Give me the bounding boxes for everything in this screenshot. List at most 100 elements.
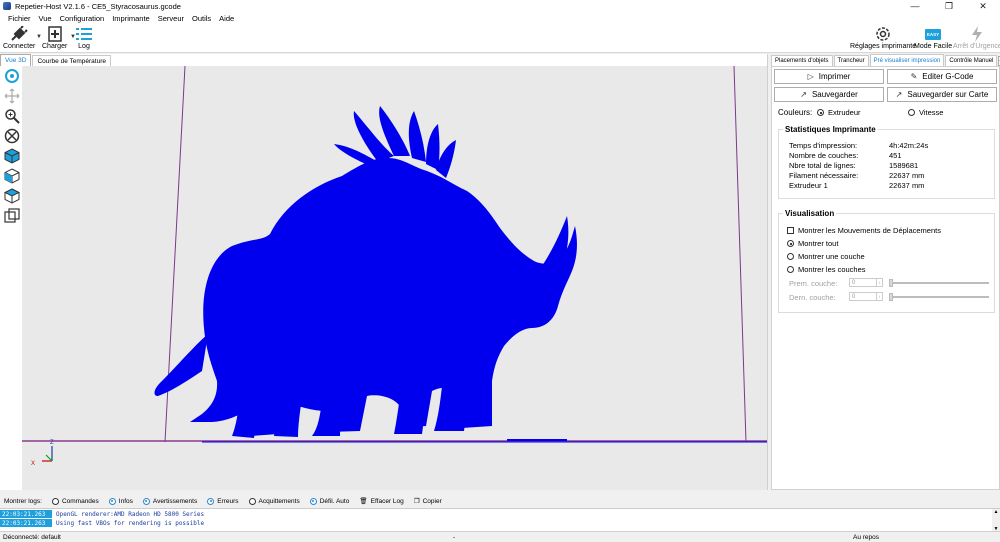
menu-fichier[interactable]: Fichier (4, 14, 35, 23)
printer-stats-group: Statistiques Imprimante Temps d'impressi… (778, 125, 995, 199)
show-layers-radio[interactable]: Montrer les couches (787, 265, 866, 274)
slider-thumb[interactable] (889, 279, 893, 287)
axis-x-label: X (31, 461, 35, 467)
last-layer-slider[interactable] (889, 293, 989, 301)
stat-label: Temps d'impression: (789, 141, 858, 150)
menu-aide[interactable]: Aide (215, 14, 238, 23)
log-area[interactable]: 22:03:21.263 OpenGL renderer:AMD Radeon … (0, 508, 1000, 532)
right-tabs: Placements d'objets Trancheur Pré visual… (771, 54, 1000, 66)
radio-icon (817, 109, 824, 116)
color-extruder-radio[interactable]: Extrudeur (817, 108, 861, 117)
log-warnings-toggle[interactable]: Avertissements (142, 497, 197, 505)
spinner-arrows-icon: ↕ (876, 279, 882, 286)
fit-view-icon[interactable] (1, 126, 23, 146)
menu-serveur[interactable]: Serveur (154, 14, 188, 23)
stat-print-time: 4h:42m:24s (889, 141, 929, 150)
last-layer-spinner[interactable]: 0 ↕ (849, 292, 883, 301)
minimize-icon[interactable]: — (898, 0, 932, 12)
log-line: 22:03:21.263 OpenGL renderer:AMD Radeon … (0, 510, 1000, 518)
close-icon[interactable]: ✕ (966, 0, 1000, 12)
log-button[interactable]: Log (74, 25, 94, 51)
radio-icon (142, 497, 150, 505)
print-button[interactable]: ▷ Imprimer (774, 69, 884, 84)
front-view-icon[interactable] (1, 166, 23, 186)
menu-imprimante[interactable]: Imprimante (108, 14, 154, 23)
window-title: Repetier-Host V2.1.6 - CE5_Styracosaurus… (15, 1, 181, 11)
copy-icon: ❐ (413, 498, 420, 505)
right-pane: Placements d'objets Trancheur Pré visual… (771, 54, 1000, 490)
load-file-icon (45, 25, 65, 43)
emergency-stop-button[interactable]: Arrêt d'Urgence (953, 25, 1000, 51)
first-layer-spinner[interactable]: 0 ↕ (849, 278, 883, 287)
load-button[interactable]: Charger (42, 25, 67, 51)
tab-print-preview[interactable]: Pré visualiser impression (869, 54, 945, 66)
first-layer-label: Prem. couche: (789, 279, 838, 288)
zoom-icon[interactable] (1, 106, 23, 126)
menu-bar: Fichier Vue Configuration Imprimante Ser… (0, 12, 1000, 24)
radio-icon (787, 240, 794, 247)
show-one-layer-radio[interactable]: Montrer une couche (787, 252, 865, 261)
save-to-card-button[interactable]: ↗ Sauvegarder sur Carte (887, 87, 997, 102)
menu-vue[interactable]: Vue (35, 14, 56, 23)
stats-title: Statistiques Imprimante (783, 125, 878, 134)
slider-thumb[interactable] (889, 293, 893, 301)
axis-z-label: Z (50, 440, 54, 446)
first-layer-slider[interactable] (889, 279, 989, 287)
radio-icon (309, 497, 317, 505)
tab-manual-control[interactable]: Contrôle Manuel (945, 55, 998, 66)
stat-label: Extrudeur 1 (789, 181, 828, 190)
log-errors-toggle[interactable]: Erreurs (207, 497, 239, 505)
log-infos-toggle[interactable]: Infos (108, 497, 133, 505)
easy-mode-icon: EASY (925, 28, 942, 40)
printer-settings-button[interactable]: Réglages imprimante (850, 25, 916, 51)
3d-viewport[interactable]: Z X (22, 66, 767, 490)
log-commands-toggle[interactable]: Commandes (51, 497, 99, 505)
radio-icon (787, 266, 794, 273)
log-filter-bar: Montrer logs: Commandes Infos Avertissem… (0, 494, 1000, 508)
log-scrollbar[interactable]: ▲ ▼ (992, 509, 1000, 532)
export-card-icon: ↗ (895, 90, 903, 99)
tab-slicer[interactable]: Trancheur (833, 55, 869, 66)
maximize-icon[interactable]: ❐ (932, 0, 966, 12)
connect-button[interactable]: Connecter (3, 25, 35, 51)
show-travel-checkbox[interactable]: Montrer les Mouvements de Déplacements (787, 226, 941, 235)
top-view-icon[interactable] (1, 186, 23, 206)
tab-object-placement[interactable]: Placements d'objets (771, 55, 833, 66)
lightning-icon (967, 25, 987, 43)
show-all-radio[interactable]: Montrer tout (787, 239, 838, 248)
iso-view-icon[interactable] (1, 146, 23, 166)
stat-filament-needed: 22637 mm (889, 171, 925, 180)
easy-mode-button[interactable]: EASY Mode Facile (914, 25, 952, 51)
export-icon: ↗ (800, 90, 807, 99)
model-styracosaurus (154, 106, 577, 438)
copy-log-button[interactable]: ❐ Copier (413, 497, 442, 506)
title-bar: Repetier-Host V2.1.6 - CE5_Styracosaurus… (0, 0, 1000, 12)
toolbar: Connecter ▼ Charger ▼ Log Réglages impri… (0, 24, 1000, 53)
radio-icon (108, 497, 116, 505)
clear-log-button[interactable]: 🗑 Effacer Log (359, 497, 403, 506)
checkbox-icon (787, 227, 794, 234)
menu-outils[interactable]: Outils (188, 14, 215, 23)
last-layer-label: Dern. couche: (789, 293, 836, 302)
edit-gcode-button[interactable]: ✎ Editer G-Code (887, 69, 997, 84)
log-acks-toggle[interactable]: Acquittements (248, 497, 300, 505)
play-icon: ▷ (807, 72, 814, 81)
multi-view-icon[interactable] (1, 206, 23, 226)
radio-icon (787, 253, 794, 260)
menu-configuration[interactable]: Configuration (56, 14, 109, 23)
scroll-up-icon[interactable]: ▲ (994, 509, 999, 515)
volume-edge-right (733, 66, 747, 443)
log-autoscroll-toggle[interactable]: Défil. Auto (309, 497, 349, 505)
visualisation-group: Visualisation Montrer les Mouvements de … (778, 209, 995, 313)
log-line: 22:03:21.263 Using fast VBOs for renderi… (0, 519, 1000, 527)
stat-layer-count: 451 (889, 151, 902, 160)
rotate-view-icon[interactable] (1, 66, 23, 86)
3d-scene: Z X (22, 66, 767, 467)
tab-3d-view[interactable]: Vue 3D (0, 54, 32, 66)
color-speed-radio[interactable]: Vitesse (908, 108, 943, 117)
radio-icon (908, 109, 915, 116)
axis-indicator: Z X (31, 440, 54, 467)
move-view-icon[interactable] (1, 86, 23, 106)
tab-temperature-curve[interactable]: Courbe de Température (32, 55, 111, 66)
save-button[interactable]: ↗ Sauvegarder (774, 87, 884, 102)
